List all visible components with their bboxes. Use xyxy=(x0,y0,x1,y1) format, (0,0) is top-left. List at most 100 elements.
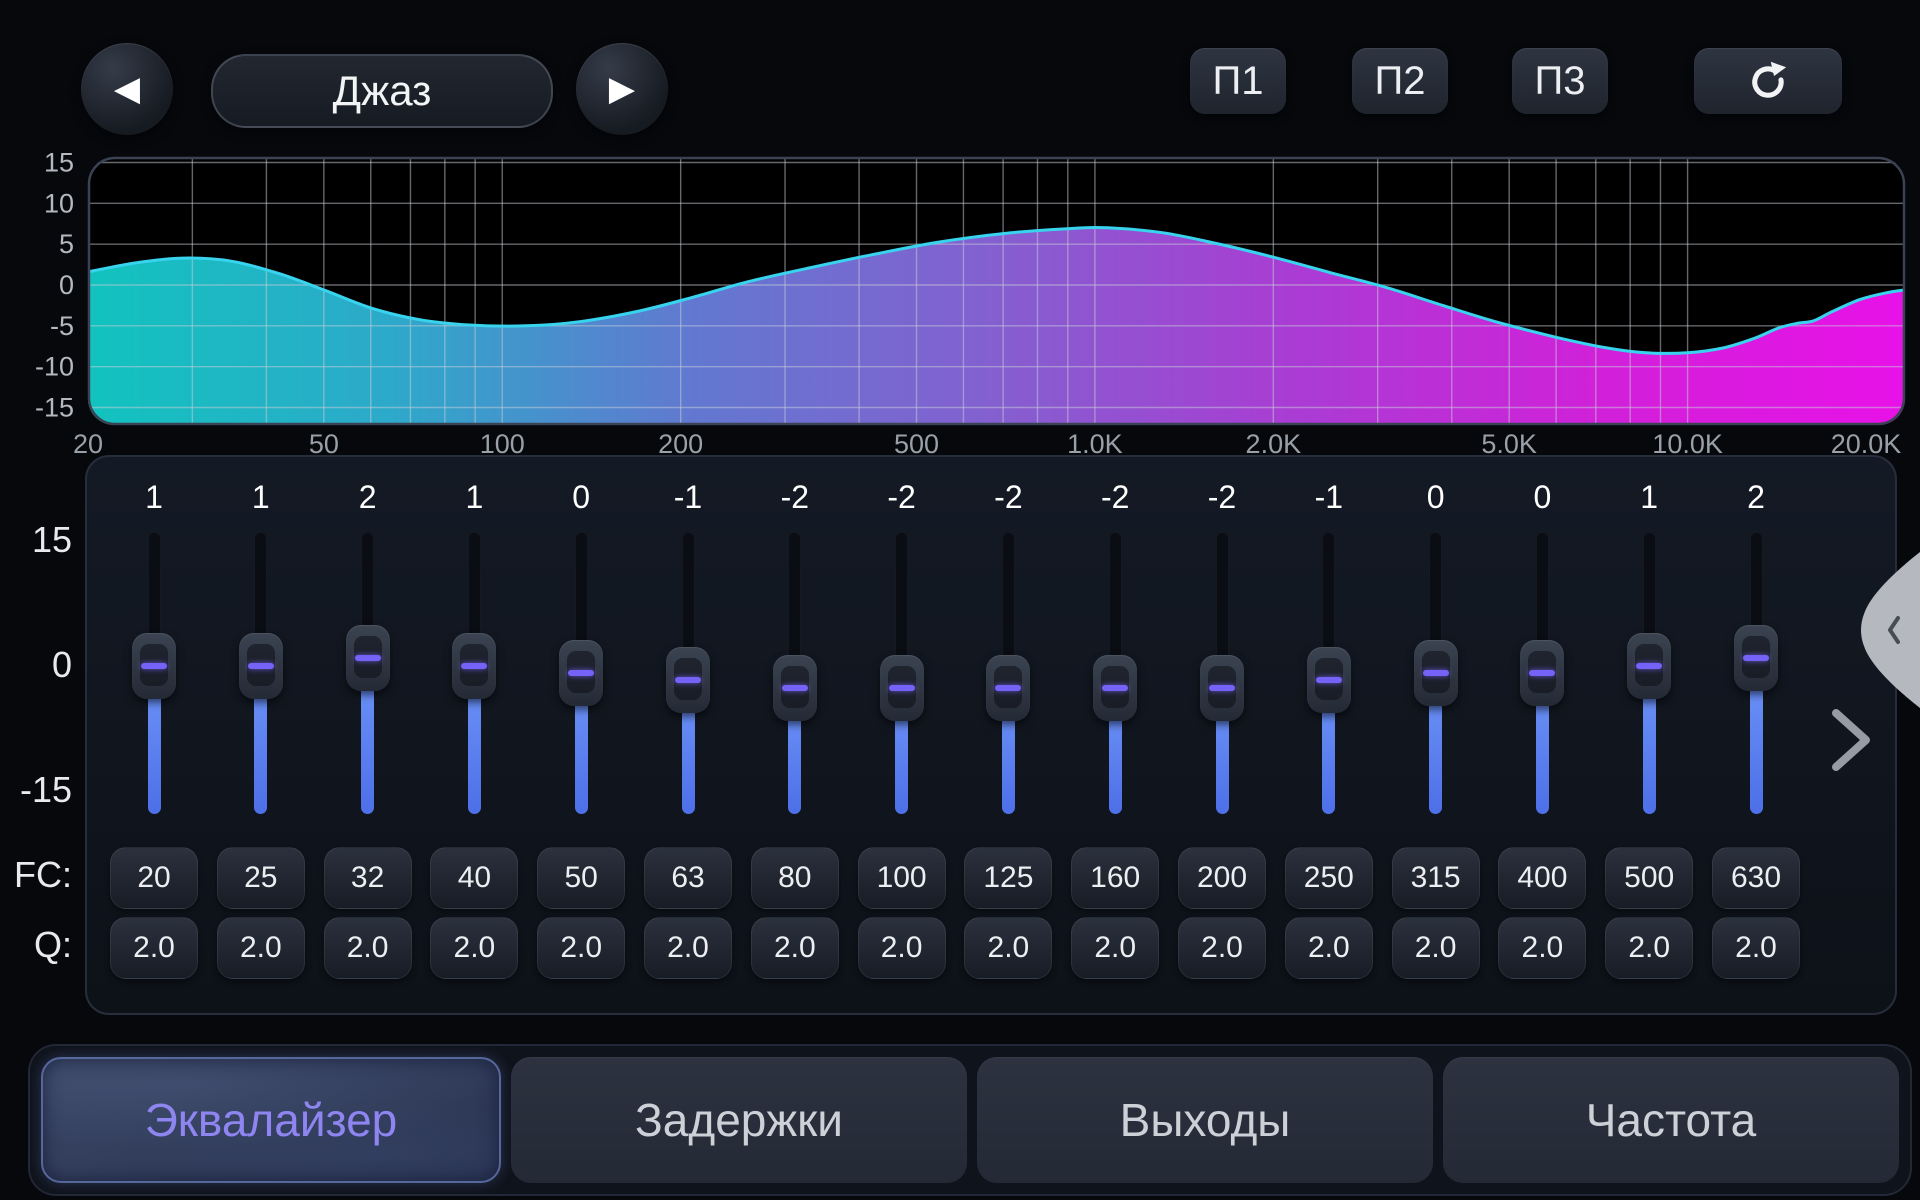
band-q-button[interactable]: 2.0 xyxy=(324,917,412,979)
band-gain-slider[interactable] xyxy=(1062,532,1168,814)
memory-button-label: П1 xyxy=(1213,59,1264,104)
band-gain-slider[interactable] xyxy=(849,532,955,814)
band-q-button[interactable]: 2.0 xyxy=(751,917,839,979)
band-gain-slider[interactable] xyxy=(315,532,421,814)
band-q-button[interactable]: 2.0 xyxy=(537,917,625,979)
band-q-button[interactable]: 2.0 xyxy=(1392,917,1480,979)
bottom-tab-bar: Эквалайзер Задержки Выходы Частота xyxy=(28,1044,1912,1196)
tab-label: Выходы xyxy=(1120,1093,1291,1147)
memory-button-p2[interactable]: П2 xyxy=(1352,48,1448,114)
slider-thumb[interactable] xyxy=(1307,647,1351,713)
band-q-button[interactable]: 2.0 xyxy=(858,917,946,979)
band-fc-button[interactable]: 100 xyxy=(858,847,946,909)
preset-prev-button[interactable]: ◀ xyxy=(81,43,173,135)
band-gain-slider[interactable] xyxy=(1489,532,1595,814)
tab-frequency[interactable]: Частота xyxy=(1443,1057,1899,1183)
band-gain-slider[interactable] xyxy=(1276,532,1382,814)
band-gain-slider[interactable] xyxy=(528,532,634,814)
slider-thumb[interactable] xyxy=(666,647,710,713)
band-fc-button[interactable]: 32 xyxy=(324,847,412,909)
tab-label: Задержки xyxy=(635,1093,843,1147)
slider-thumb[interactable] xyxy=(986,655,1030,721)
side-drawer-handle[interactable] xyxy=(1858,552,1920,708)
slider-thumb-dash-icon xyxy=(355,655,381,661)
slider-thumb[interactable] xyxy=(773,655,817,721)
tab-outputs[interactable]: Выходы xyxy=(977,1057,1433,1183)
slider-thumb-dash-icon xyxy=(675,677,701,683)
scroll-bands-right-button[interactable] xyxy=(1828,708,1876,772)
band-fc-button[interactable]: 20 xyxy=(110,847,198,909)
band-q-button[interactable]: 2.0 xyxy=(110,917,198,979)
band-gain-slider[interactable] xyxy=(208,532,314,814)
memory-button-p3[interactable]: П3 xyxy=(1512,48,1608,114)
band-fc-button[interactable]: 40 xyxy=(430,847,518,909)
eq-band-column: 0 50 2.0 xyxy=(528,457,634,1017)
band-gain-value: -1 xyxy=(635,479,741,516)
band-fc-button[interactable]: 160 xyxy=(1071,847,1159,909)
band-gain-slider[interactable] xyxy=(1169,532,1275,814)
band-gain-slider[interactable] xyxy=(955,532,1061,814)
tab-equalizer[interactable]: Эквалайзер xyxy=(41,1057,501,1183)
eq-band-column: -21602.0 xyxy=(1062,457,1168,1017)
band-q-button[interactable]: 2.0 xyxy=(217,917,305,979)
slider-thumb-dash-icon xyxy=(1209,685,1235,691)
band-fc-button[interactable]: 250 xyxy=(1285,847,1373,909)
band-gain-value: -2 xyxy=(849,479,955,516)
band-gain-slider[interactable] xyxy=(1596,532,1702,814)
slider-thumb[interactable] xyxy=(1734,625,1778,691)
slider-thumb[interactable] xyxy=(1520,640,1564,706)
band-gain-value: 2 xyxy=(315,479,421,516)
slider-thumb[interactable] xyxy=(559,640,603,706)
band-fc-button[interactable]: 80 xyxy=(751,847,839,909)
band-gain-slider[interactable] xyxy=(421,532,527,814)
band-q-button[interactable]: 2.0 xyxy=(430,917,518,979)
tab-delays[interactable]: Задержки xyxy=(511,1057,967,1183)
band-q-button[interactable]: 2.0 xyxy=(1498,917,1586,979)
y-tick-label: -10 xyxy=(35,352,74,382)
band-fc-button[interactable]: 200 xyxy=(1178,847,1266,909)
eq-band-column: 03152.0 xyxy=(1383,457,1489,1017)
slider-thumb[interactable] xyxy=(1200,655,1244,721)
band-gain-slider[interactable] xyxy=(101,532,207,814)
band-fc-button[interactable]: 50 xyxy=(537,847,625,909)
eq-band-column: -2 80 2.0 xyxy=(742,457,848,1017)
band-gain-slider[interactable] xyxy=(742,532,848,814)
y-tick-label: 5 xyxy=(59,229,74,259)
slider-thumb-dash-icon xyxy=(1316,677,1342,683)
preset-next-button[interactable]: ▶ xyxy=(576,43,668,135)
reset-button[interactable] xyxy=(1694,48,1842,114)
band-q-button[interactable]: 2.0 xyxy=(1285,917,1373,979)
slider-thumb[interactable] xyxy=(880,655,924,721)
band-q-button[interactable]: 2.0 xyxy=(1178,917,1266,979)
slider-thumb[interactable] xyxy=(239,633,283,699)
slider-thumb[interactable] xyxy=(452,633,496,699)
memory-button-p1[interactable]: П1 xyxy=(1190,48,1286,114)
band-fc-button[interactable]: 25 xyxy=(217,847,305,909)
band-fc-button[interactable]: 630 xyxy=(1712,847,1800,909)
band-fc-button[interactable]: 125 xyxy=(964,847,1052,909)
slider-thumb[interactable] xyxy=(1627,633,1671,699)
band-q-button[interactable]: 2.0 xyxy=(964,917,1052,979)
slider-thumb-dash-icon xyxy=(141,663,167,669)
band-q-button[interactable]: 2.0 xyxy=(644,917,732,979)
band-gain-slider[interactable] xyxy=(1383,532,1489,814)
eq-band-column: 1402.0 xyxy=(421,457,527,1017)
slider-thumb[interactable] xyxy=(1414,640,1458,706)
band-fc-button[interactable]: 315 xyxy=(1392,847,1480,909)
band-fc-button[interactable]: 63 xyxy=(644,847,732,909)
band-gain-value: 0 xyxy=(528,479,634,516)
slider-thumb[interactable] xyxy=(346,625,390,691)
band-q-button[interactable]: 2.0 xyxy=(1071,917,1159,979)
slider-thumb[interactable] xyxy=(132,633,176,699)
band-gain-slider[interactable] xyxy=(635,532,741,814)
band-fc-button[interactable]: 500 xyxy=(1605,847,1693,909)
band-gain-slider[interactable] xyxy=(1703,532,1809,814)
band-gain-value: -2 xyxy=(742,479,848,516)
band-q-button[interactable]: 2.0 xyxy=(1712,917,1800,979)
band-q-button[interactable]: 2.0 xyxy=(1605,917,1693,979)
preset-selector[interactable]: Джаз xyxy=(211,54,553,128)
slider-thumb-dash-icon xyxy=(1423,670,1449,676)
band-fc-button[interactable]: 400 xyxy=(1498,847,1586,909)
slider-thumb[interactable] xyxy=(1093,655,1137,721)
arrow-left-icon: ◀ xyxy=(114,69,140,109)
